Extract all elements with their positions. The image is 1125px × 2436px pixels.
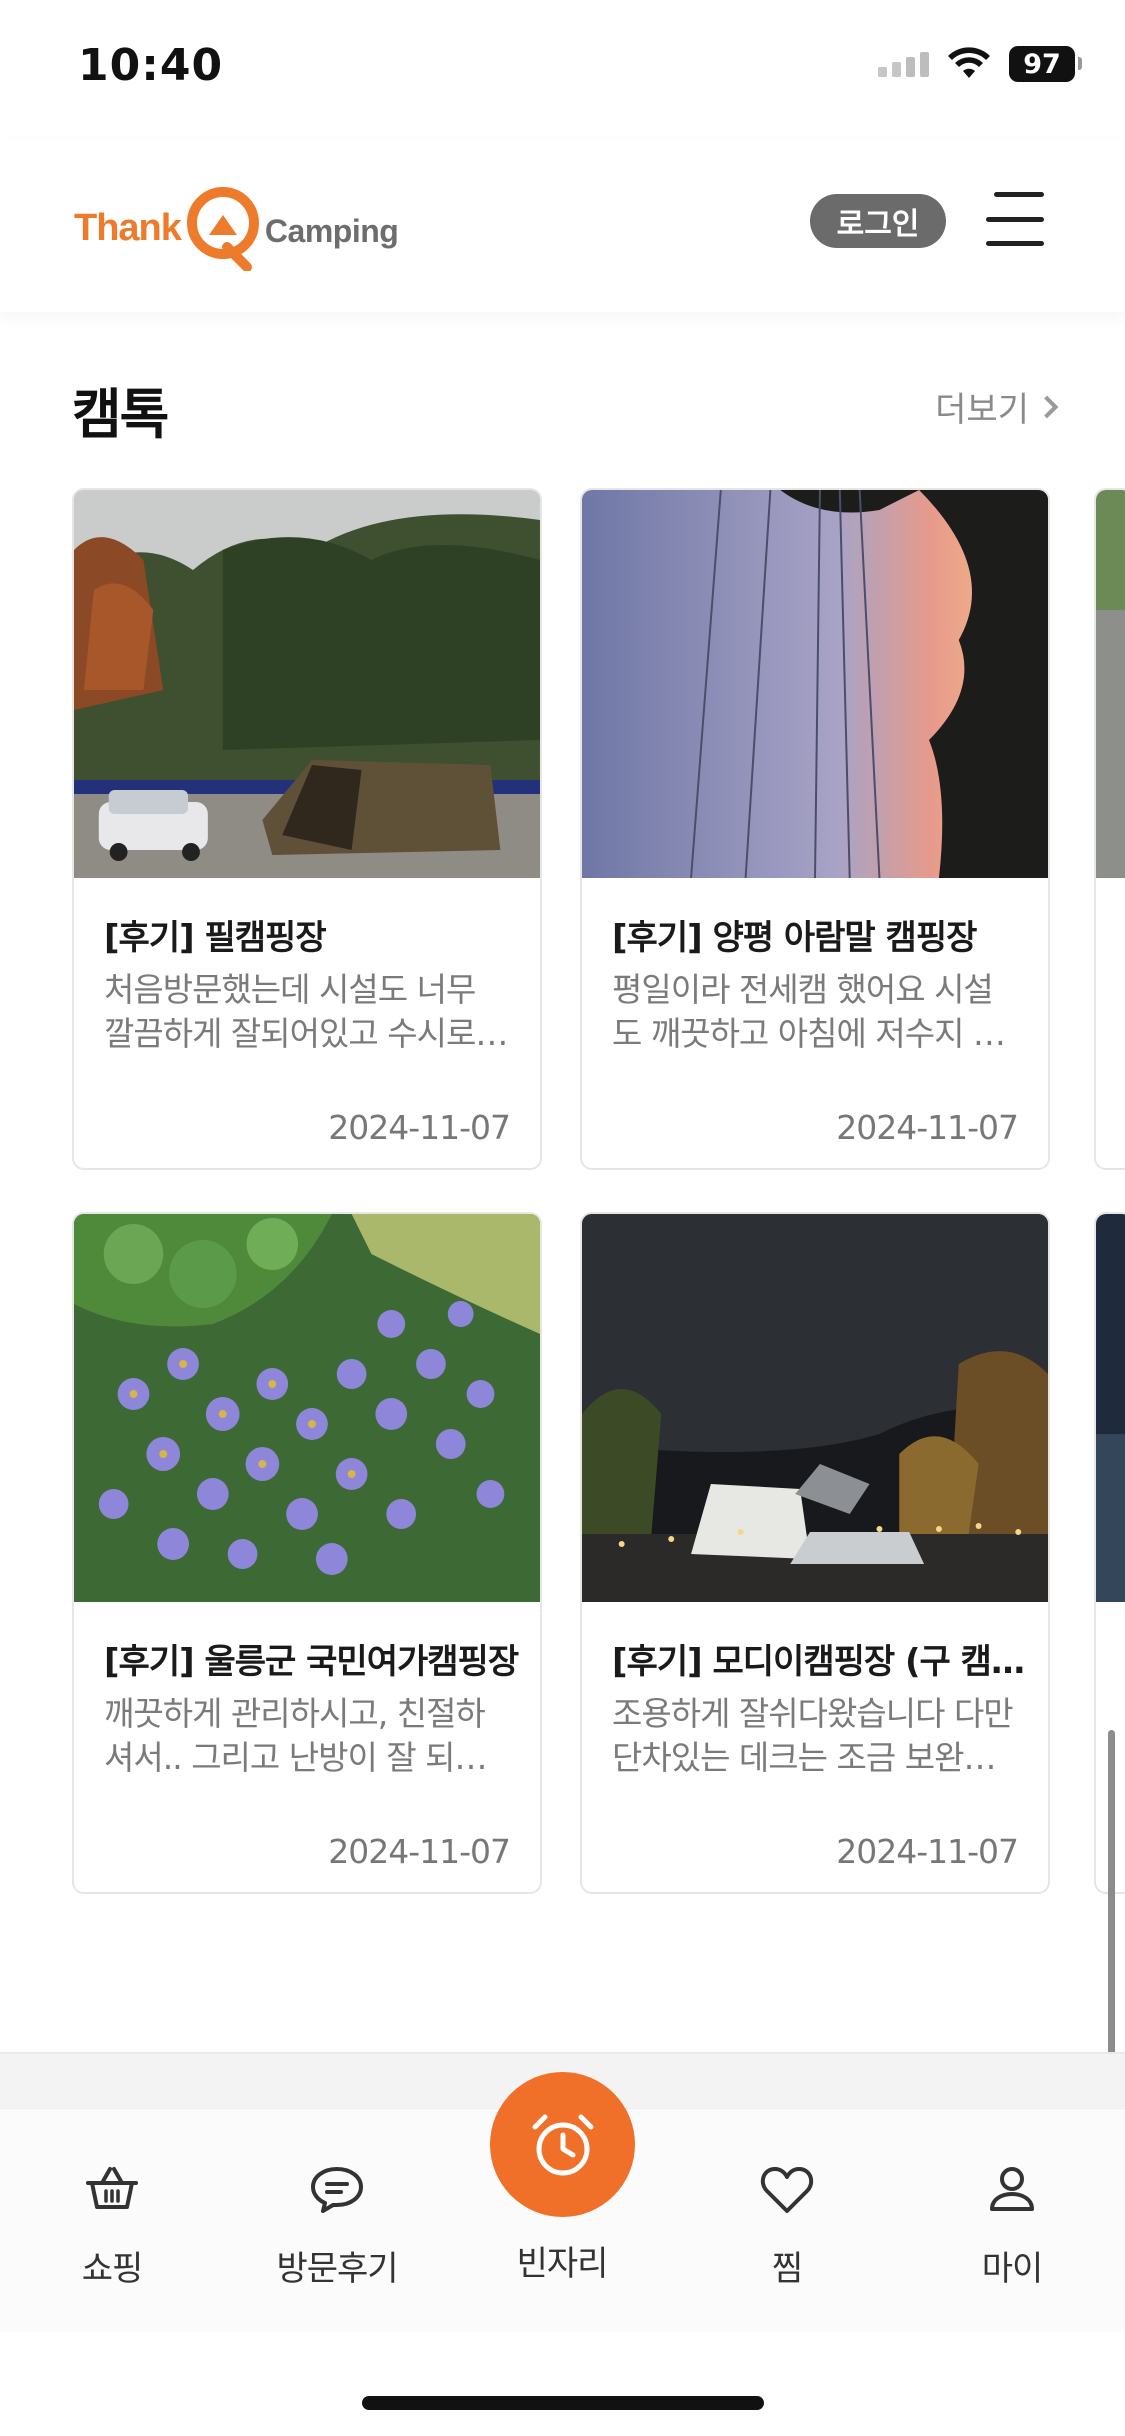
chat-bubble-icon — [311, 2167, 363, 2213]
review-card-peek[interactable] — [1094, 488, 1125, 1170]
status-time: 10:40 — [78, 40, 224, 91]
section-title: 캠톡 — [72, 383, 169, 446]
card-title: [후기] 양평 아람말 캠핑장 — [612, 918, 977, 958]
status-bar: 10:40 97 — [0, 0, 1125, 140]
nav-item-shopping[interactable]: 쇼핑 — [17, 2159, 207, 2290]
review-photo-campsite-tent — [74, 490, 540, 878]
card-title: [후기] 모디이캠핑장 (구 캠핑장) — [612, 1642, 1032, 1682]
nav-item-reviews[interactable]: 방문후기 — [242, 2159, 432, 2290]
chevron-right-icon — [1035, 395, 1059, 418]
logo-camping-text: Camping — [264, 212, 399, 249]
more-link-label: 더보기 — [935, 390, 1029, 430]
card-description: 깨끗하게 관리하시고, 친절하셔서.. 그리고 난방이 잘 되어 있어요 — [104, 1694, 486, 1777]
app-header: Thank Camping 로그인 — [0, 140, 1125, 312]
hamburger-menu-icon[interactable] — [986, 192, 1048, 246]
card-description: 평일이라 전세캠 했어요 시설도 깨끗하고 아침에 저수지 풍경이 좋아요 — [612, 970, 1003, 1053]
nav-label: 찜 — [771, 2249, 803, 2289]
nav-label-vacancy[interactable]: 빈자리 — [462, 2236, 662, 2285]
wifi-icon — [948, 47, 990, 78]
home-indicator[interactable] — [362, 2396, 764, 2410]
card-date: 2024-11-07 — [836, 1108, 1019, 1147]
alarm-clock-icon — [532, 2114, 593, 2175]
card-description: 조용하게 잘쉬다왔습니다 다만 단차있는 데크는 조금 보완이 필요해요 — [612, 1694, 1014, 1777]
battery-icon: 97 — [1009, 46, 1082, 82]
more-link[interactable]: 더보기 — [935, 382, 1059, 431]
card-title: [후기] 필캠핑장 — [104, 918, 327, 958]
logo-q-mark — [186, 187, 259, 271]
review-photo-night-campsite — [582, 1214, 1048, 1602]
card-date: 2024-11-07 — [328, 1832, 511, 1871]
nav-label: 방문후기 — [276, 2249, 398, 2289]
logo-thank-text: Thank — [74, 206, 182, 249]
basket-icon — [86, 2167, 138, 2209]
cellular-signal-icon — [878, 51, 929, 77]
review-photo-purple-flowers — [74, 1214, 540, 1602]
nav-label: 쇼핑 — [81, 2249, 144, 2289]
review-card[interactable]: [후기] 양평 아람말 캠핑장 평일이라 전세캠 했어요 시설도 깨끗하고 아침… — [580, 488, 1050, 1170]
vacancy-alarm-button[interactable] — [490, 2072, 635, 2217]
card-date: 2024-11-07 — [328, 1108, 511, 1147]
card-date: 2024-11-07 — [836, 1832, 1019, 1871]
review-photo-peek — [1096, 490, 1125, 878]
status-icons: 97 — [878, 46, 1082, 82]
review-photo-sunset-lake — [582, 490, 1048, 878]
heart-icon — [760, 2167, 814, 2213]
review-card[interactable]: [후기] 필캠핑장 처음방문했는데 시설도 너무 깔끔하게 잘되어있고 수시로 … — [72, 488, 542, 1170]
card-title: [후기] 울릉군 국민여가캠핑장 — [104, 1642, 519, 1682]
battery-level: 97 — [1023, 48, 1061, 80]
review-card[interactable]: [후기] 울릉군 국민여가캠핑장 깨끗하게 관리하시고, 친절하셔서.. 그리고… — [72, 1212, 542, 1894]
thankq-camping-logo[interactable]: Thank Camping — [74, 178, 399, 278]
login-button[interactable]: 로그인 — [810, 194, 946, 248]
nav-item-favorites[interactable]: 찜 — [692, 2159, 882, 2290]
nav-label: 마이 — [981, 2249, 1044, 2289]
card-description: 처음방문했는데 시설도 너무 깔끔하게 잘되어있고 수시로 관리해주시고 — [104, 970, 476, 1053]
nav-item-my[interactable]: 마이 — [917, 2159, 1107, 2290]
person-icon — [990, 2167, 1034, 2211]
review-card[interactable]: [후기] 모디이캠핑장 (구 캠핑장) 조용하게 잘쉬다왔습니다 다만 단차있는… — [580, 1212, 1050, 1894]
